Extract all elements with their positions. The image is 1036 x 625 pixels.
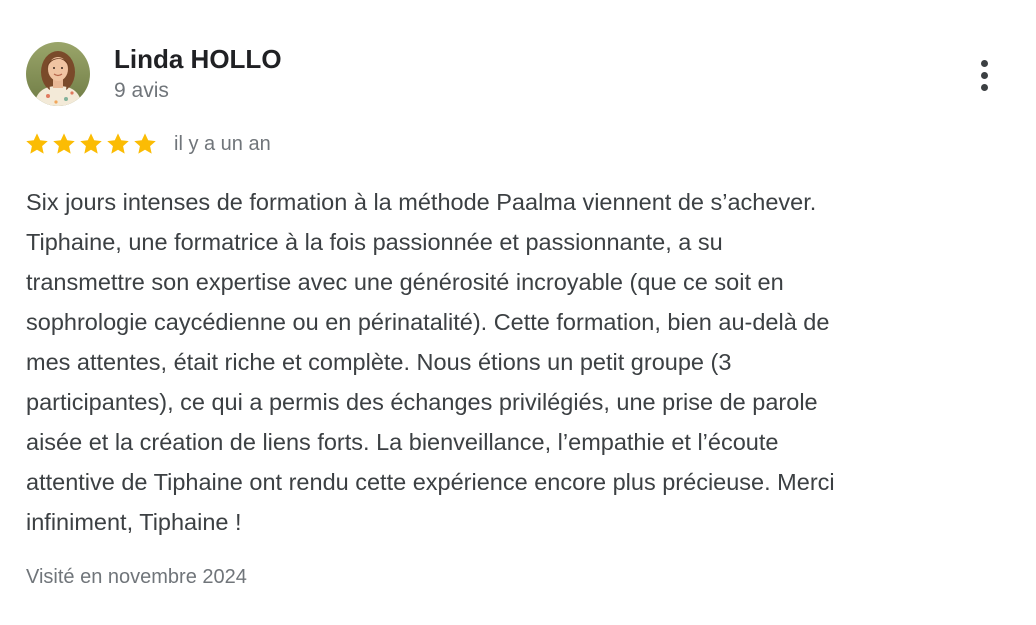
rating-row: il y a un an <box>24 130 271 158</box>
more-options-button[interactable] <box>970 55 998 95</box>
star-icon <box>107 133 129 154</box>
review-text-line: participantes), ce qui a permis des écha… <box>26 389 818 415</box>
more-vert-icon-dot-2 <box>980 71 988 79</box>
review-text-line: transmettre son expertise avec une génér… <box>26 269 784 295</box>
star-rating <box>24 131 158 157</box>
more-vert-icon-dot-3 <box>980 83 988 91</box>
review-text-line: attentive de Tiphaine ont rendu cette ex… <box>26 469 835 495</box>
star-icon <box>26 133 48 154</box>
review-text-line: mes attentes, était riche et complète. N… <box>26 349 732 375</box>
star-icon <box>80 133 102 154</box>
review-text-line: Six jours intenses de formation à la mét… <box>26 189 817 215</box>
review-text-line: sophrologie caycédienne ou en périnatali… <box>26 309 830 335</box>
visit-date: Visité en novembre 2024 <box>26 566 247 588</box>
review-text: Six jours intenses de formation à la mét… <box>26 182 1016 542</box>
star-icon <box>134 133 156 154</box>
review-text-line: infiniment, Tiphaine ! <box>26 509 242 535</box>
review-date: il y a un an <box>174 132 271 155</box>
review-card: Linda HOLLO 9 avis il y a un an Six jour… <box>0 0 1036 625</box>
author-name[interactable]: Linda HOLLO <box>114 44 282 74</box>
author-review-count[interactable]: 9 avis <box>114 79 169 103</box>
review-text-line: Tiphaine, une formatrice à la fois passi… <box>26 229 723 255</box>
star-icon <box>53 133 75 154</box>
more-vert-icon-dot-1 <box>980 59 988 67</box>
user-photo-avatar-icon <box>26 42 90 106</box>
avatar[interactable] <box>26 42 90 106</box>
review-text-line: aisée et la création de liens forts. La … <box>26 429 779 455</box>
